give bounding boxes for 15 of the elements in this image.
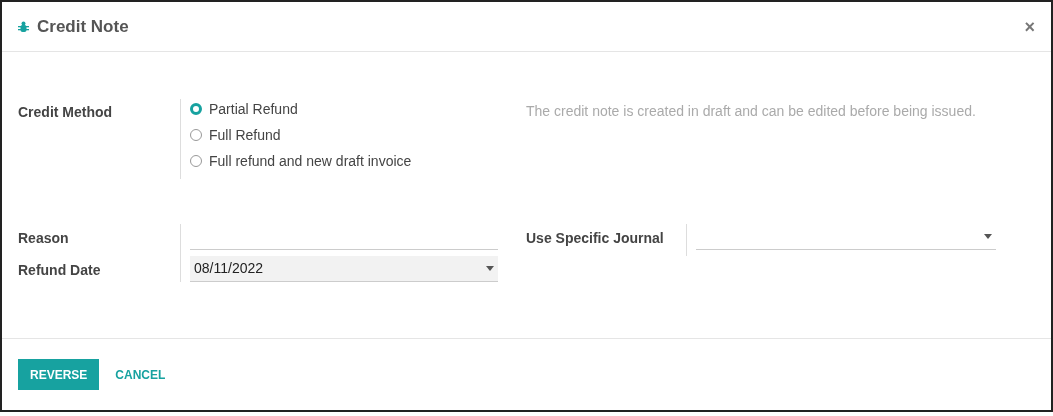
field-label: Refund Date bbox=[18, 261, 102, 280]
dialog-title: Credit Note bbox=[37, 15, 129, 38]
field-label: Use Specific Journal bbox=[526, 229, 665, 248]
caret-icon bbox=[984, 234, 992, 239]
radio-option[interactable]: Partial Refund bbox=[190, 99, 526, 119]
caret-icon bbox=[486, 266, 494, 271]
close-button[interactable]: × bbox=[1024, 17, 1035, 36]
help-text: The credit note is created in draft and can be edited before being issued. bbox=[526, 102, 977, 121]
date-field[interactable]: 08/11/2022 bbox=[190, 256, 498, 282]
radio-option[interactable]: Full refund and new draft invoice bbox=[190, 151, 526, 171]
field-label: Reason bbox=[18, 229, 70, 248]
radio-option[interactable]: Full Refund bbox=[190, 125, 526, 145]
bug-icon bbox=[18, 20, 29, 33]
radio-button[interactable] bbox=[190, 103, 202, 115]
field-label: Credit Method bbox=[18, 103, 114, 122]
